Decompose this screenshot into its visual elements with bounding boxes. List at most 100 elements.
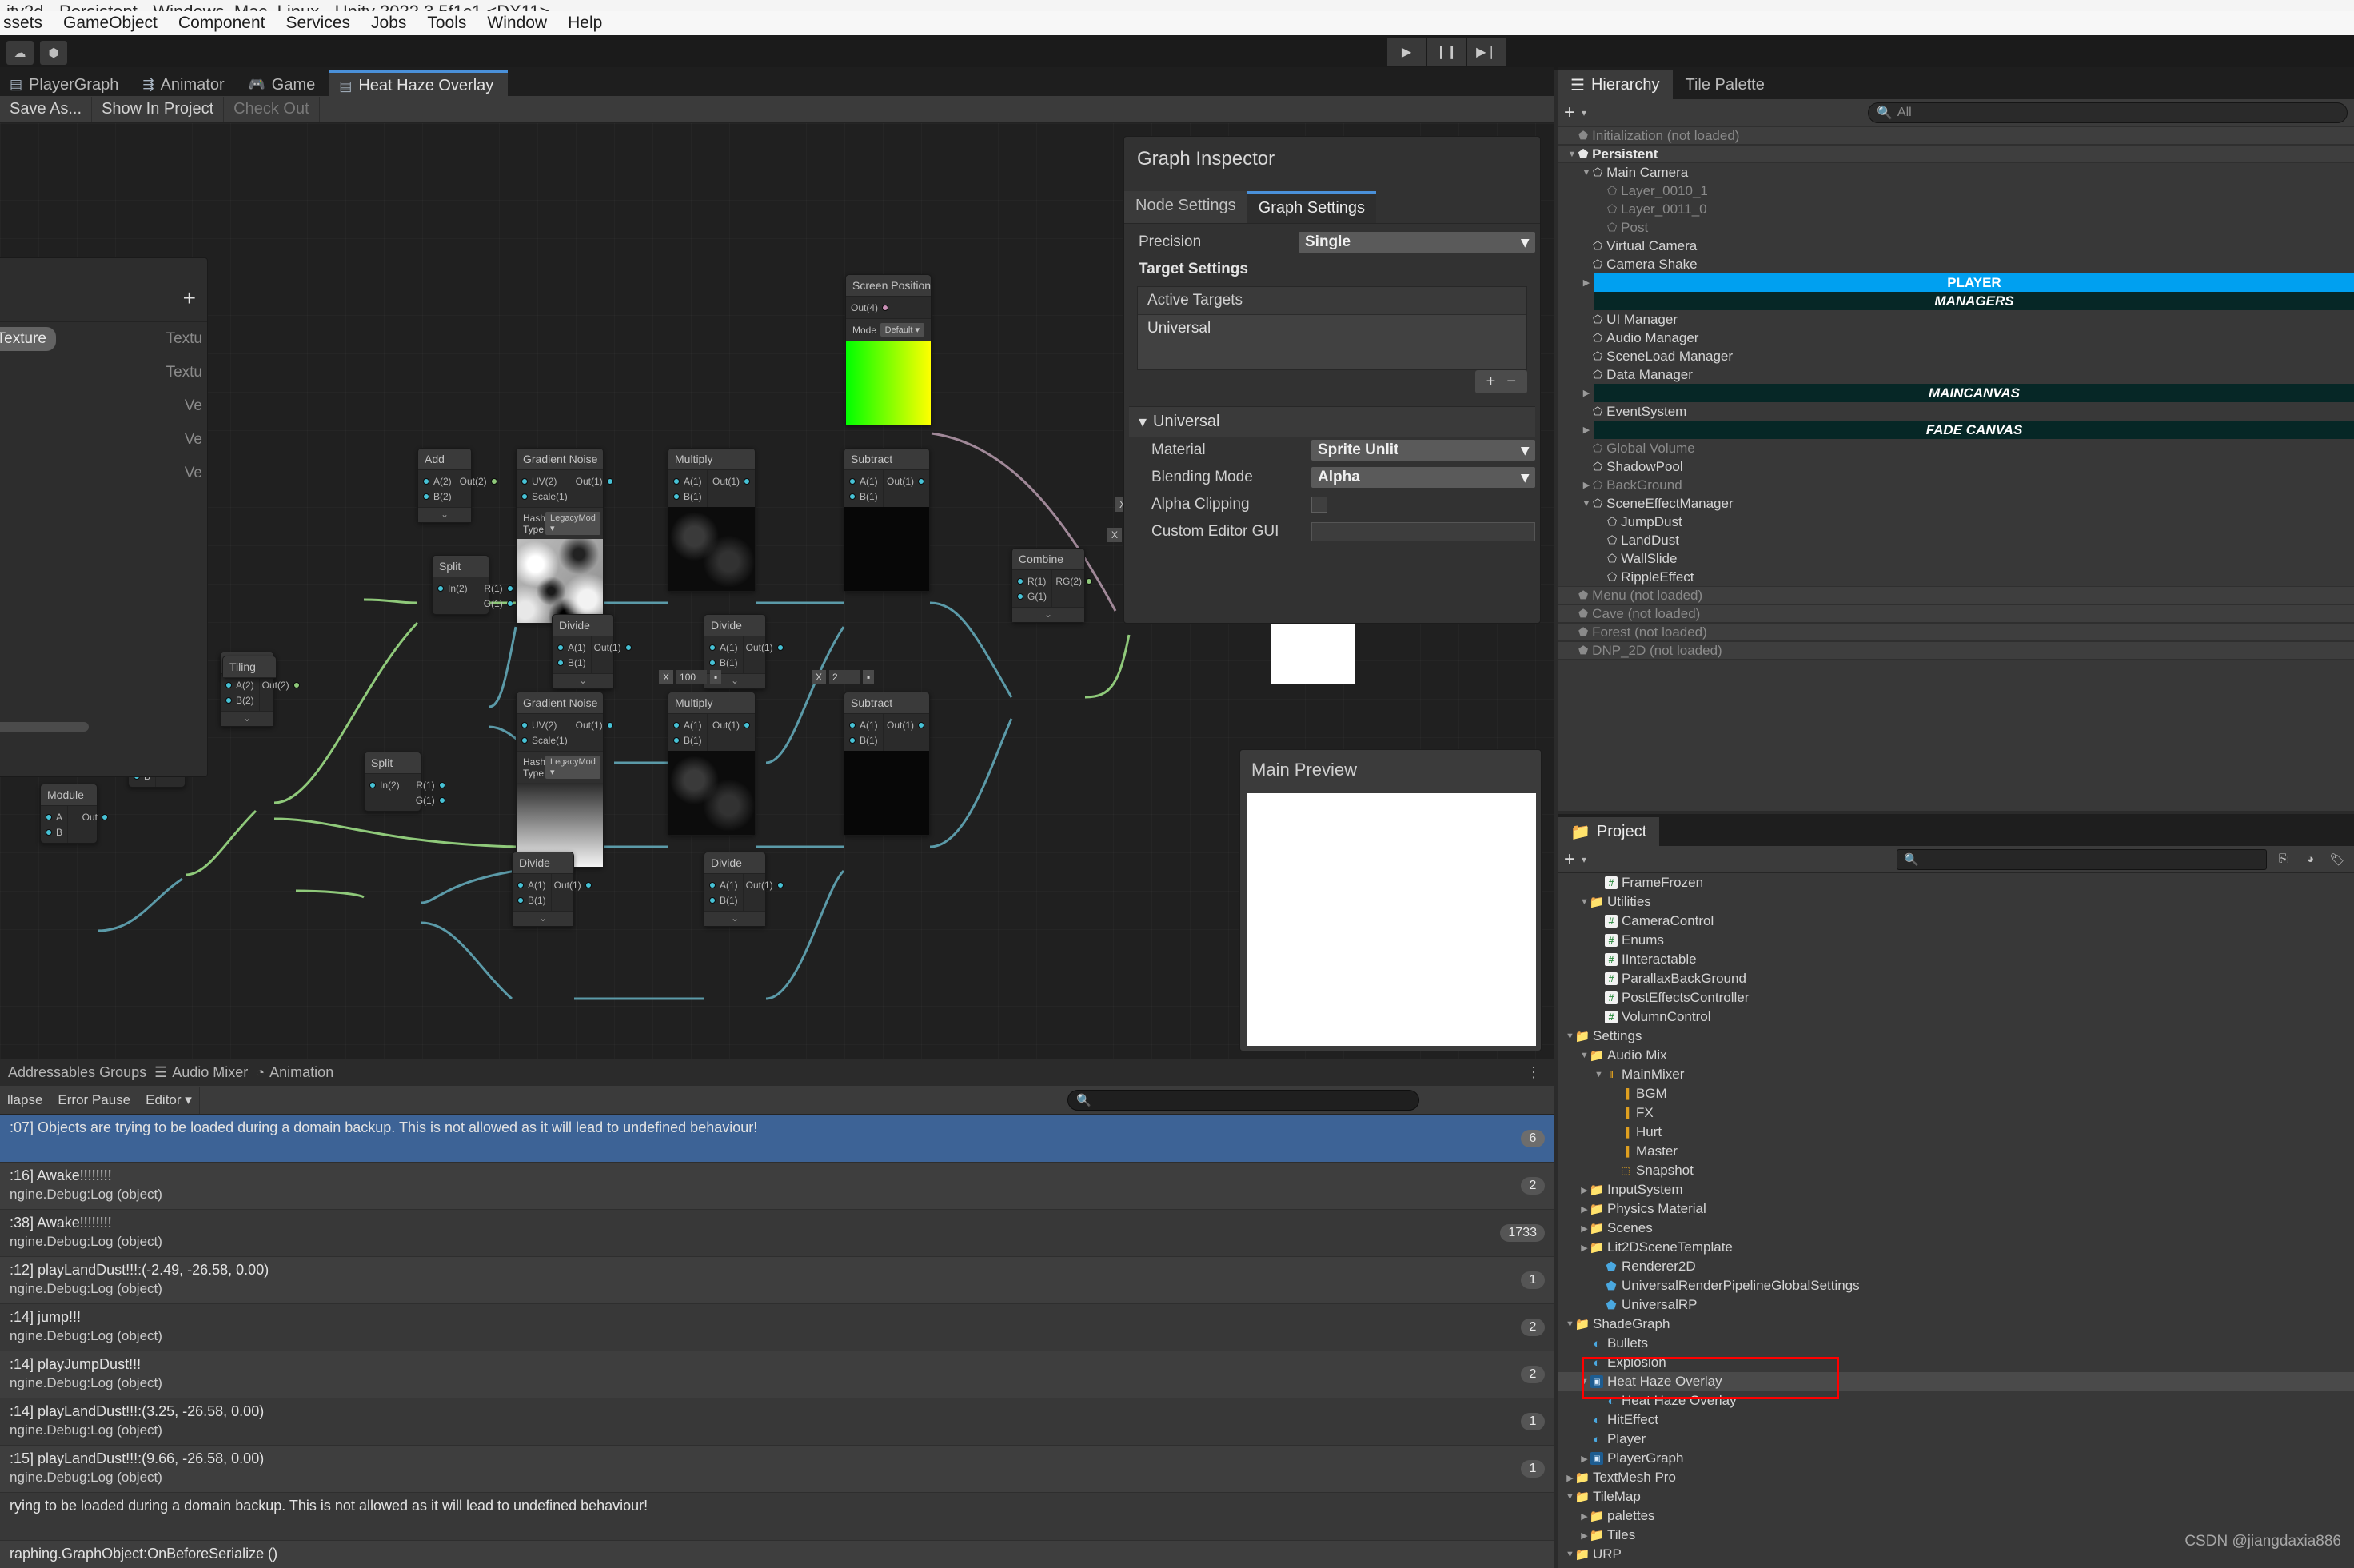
graph-node-property[interactable]: Hash Type LegacyMod ▾ <box>517 507 603 539</box>
project-item[interactable]: ▼ 📁 Utilities <box>1558 892 2354 912</box>
tab-hierarchy[interactable]: ☰ Hierarchy <box>1558 70 1673 99</box>
step-button[interactable]: ▶❘ <box>1467 38 1506 66</box>
console-button-error-pause[interactable]: Error Pause <box>50 1086 139 1114</box>
graph-node-expand-icon[interactable]: ⌄ <box>1012 607 1084 622</box>
hierarchy-item[interactable]: ⬠ Virtual Camera <box>1558 237 2354 255</box>
hierarchy-item[interactable]: ⬠ SceneLoad Manager <box>1558 347 2354 365</box>
graph-node-input-port[interactable]: A(1) <box>709 877 738 892</box>
project-item[interactable]: ⬟ Renderer2D <box>1558 1257 2354 1276</box>
graph-node-input-port[interactable]: A(1) <box>849 473 878 489</box>
blackboard-property-row[interactable]: e ScaleVe <box>0 423 207 457</box>
hierarchy-item[interactable]: ⬠ Layer_0010_1 <box>1558 182 2354 200</box>
graph-node-output-port[interactable]: Out(2) <box>262 677 300 692</box>
graph-node-expand-icon[interactable]: ⌄ <box>418 507 471 522</box>
blackboard-property-row[interactable]: ityVe <box>0 389 207 423</box>
graph-node-property-value[interactable]: Default ▾ <box>880 323 924 337</box>
graph-node-input-port[interactable]: A(1) <box>849 717 878 732</box>
graph-node[interactable]: Gradient Noise UV(2) Scale(1) Out(1) Hash Ty… <box>516 692 613 868</box>
graph-node-input-port[interactable]: A(1) <box>557 640 586 655</box>
graph-node-output-port[interactable]: G(1) <box>478 596 513 611</box>
graph-node[interactable]: Split In(2) R(1) G(1) <box>432 555 513 615</box>
chevron-down-icon[interactable]: ▼ <box>1580 499 1593 509</box>
project-tree[interactable]: # FrameFrozen ▼ 📁 Utilities # CameraControl # En… <box>1558 873 2354 1568</box>
graph-node-input-port[interactable]: A(1) <box>709 640 738 655</box>
graph-node-output-port[interactable]: Out(1) <box>887 717 924 732</box>
project-item[interactable]: ▼ 📁 ShadeGraph <box>1558 1315 2354 1334</box>
graph-node[interactable]: Divide A(1) B(1) Out(1) ⌄ <box>704 852 784 927</box>
play-button[interactable]: ▶ <box>1387 38 1426 66</box>
graph-node-output-port[interactable]: RG(2) <box>1055 573 1092 588</box>
graph-node-input-port[interactable]: UV(2) <box>521 717 568 732</box>
graph-node-input-port[interactable]: B(1) <box>709 892 738 908</box>
project-item[interactable]: ▼ 📁 TileMap <box>1558 1487 2354 1506</box>
graph-node-output-port[interactable]: Out(1) <box>746 640 784 655</box>
graph-node-input-port[interactable]: A(1) <box>673 473 702 489</box>
project-item[interactable]: ▶ 📁 TextMesh Pro <box>1558 1468 2354 1487</box>
console-log-entry[interactable]: :16] Awake!!!!!!!! ngine.Debug:Log (objec… <box>0 1163 1554 1210</box>
project-item[interactable]: ▼ ▣ Heat Haze Overlay <box>1558 1372 2354 1391</box>
hierarchy-item[interactable]: ⬠ RippleEffect <box>1558 568 2354 586</box>
console-log-entry[interactable]: :14] playLandDust!!!:(3.25, -26.58, 0.00… <box>0 1398 1554 1446</box>
filter-by-type-icon[interactable]: ◕ <box>2300 849 2321 870</box>
tab-node-settings[interactable]: Node Settings <box>1124 191 1247 223</box>
graph-node-property-value[interactable]: LegacyMod ▾ <box>545 756 600 779</box>
value-field-value[interactable]: 100 <box>676 670 708 684</box>
project-item[interactable]: ▐ Master <box>1558 1142 2354 1161</box>
graph-node-expand-icon[interactable]: ⌄ <box>704 911 765 926</box>
graph-node-output-port[interactable]: Out <box>73 809 109 824</box>
graph-node-input-port[interactable]: B(1) <box>849 732 878 748</box>
hierarchy-item[interactable]: ⬠ UI Manager <box>1558 310 2354 329</box>
hierarchy-item[interactable]: ⬠ ShadowPool <box>1558 457 2354 476</box>
graph-node[interactable]: Gradient Noise UV(2) Scale(1) Out(1) Hash Ty… <box>516 448 613 624</box>
tab-tile-palette[interactable]: Tile Palette <box>1673 70 1777 99</box>
console-log-list[interactable]: :07] Objects are trying to be loaded dur… <box>0 1115 1554 1568</box>
project-item[interactable]: ◐ Player <box>1558 1430 2354 1449</box>
graph-node-expand-icon[interactable]: ⌄ <box>513 911 573 926</box>
project-item[interactable]: # PostEffectsController <box>1558 988 2354 1007</box>
graph-node[interactable]: Split In(2) R(1) G(1) <box>364 752 445 812</box>
hierarchy-group-banner[interactable]: FADE CANVAS <box>1594 421 2354 439</box>
tab-project[interactable]: 📁 Project <box>1558 817 1660 846</box>
project-item[interactable]: ◐ Bullets <box>1558 1334 2354 1353</box>
project-add-button[interactable]: + <box>1564 848 1575 871</box>
graph-node-input-port[interactable]: B(1) <box>517 892 546 908</box>
chevron-down-icon[interactable]: ▾ <box>1582 107 1586 118</box>
material-dropdown[interactable]: Sprite Unlit ▾ <box>1311 440 1535 461</box>
graph-node-property[interactable]: Hash Type LegacyMod ▾ <box>517 751 603 783</box>
custom-editor-gui-input[interactable] <box>1311 522 1535 541</box>
project-item[interactable]: ▶ 📁 Lit2DSceneTemplate <box>1558 1238 2354 1257</box>
shadergraph-tab-playergraph[interactable]: ▤ PlayerGraph <box>0 70 133 99</box>
project-item[interactable]: ▼ ‖ MainMixer <box>1558 1065 2354 1084</box>
hierarchy-item[interactable]: ▶ MAINCANVAS <box>1558 384 2354 402</box>
console-tab-menu-icon[interactable]: ⋮ <box>1526 1064 1542 1081</box>
hierarchy-item[interactable]: ▼ ⬟ Persistent <box>1558 145 2354 163</box>
project-item[interactable]: ▐ BGM <box>1558 1084 2354 1103</box>
menu-item-ssets[interactable]: ssets <box>3 14 42 33</box>
hierarchy-item[interactable]: ⬠ EventSystem <box>1558 402 2354 421</box>
alpha-clipping-checkbox[interactable] <box>1311 497 1327 513</box>
console-log-entry[interactable]: raphing.GraphObject:OnBeforeSerialize () <box>0 1541 1554 1568</box>
project-item[interactable]: # ParallaxBackGround <box>1558 969 2354 988</box>
hierarchy-item[interactable]: ⬟ Initialization (not loaded) <box>1558 126 2354 145</box>
graph-value-field[interactable]: X 100 ▪ <box>659 670 722 684</box>
hierarchy-item[interactable]: ⬠ JumpDust <box>1558 513 2354 531</box>
chevron-right-icon[interactable]: ▶ <box>1580 277 1593 288</box>
menu-item-services[interactable]: Services <box>285 14 350 33</box>
chevron-right-icon[interactable]: ▶ <box>1580 388 1593 398</box>
hierarchy-item[interactable]: ▶ ⬠ BackGround <box>1558 476 2354 494</box>
console-log-entry[interactable]: :14] jump!!! ngine.Debug:Log (object) 2 <box>0 1304 1554 1351</box>
shadergraph-tab-heat-haze-overlay[interactable]: ▤ Heat Haze Overlay <box>329 70 509 99</box>
console-search-input[interactable]: 🔍 <box>1067 1090 1419 1111</box>
graph-node-input-port[interactable]: B(1) <box>673 489 702 504</box>
project-item[interactable]: ▐ FX <box>1558 1103 2354 1123</box>
graph-node-input-port[interactable]: B(2) <box>423 489 452 504</box>
hierarchy-tree[interactable]: ⬟ Initialization (not loaded) ▼ ⬟ Persistent… <box>1558 126 2354 660</box>
cloud-icon[interactable]: ☁ <box>6 41 34 65</box>
chevron-right-icon[interactable]: ▶ <box>1580 425 1593 435</box>
project-item[interactable]: ▶ 📁 palettes <box>1558 1506 2354 1526</box>
hierarchy-group-banner[interactable]: MAINCANVAS <box>1594 384 2354 402</box>
graph-node-expand-icon[interactable]: ⌄ <box>553 673 613 688</box>
graph-node[interactable]: Subtract A(1) B(1) Out(1) <box>844 448 930 592</box>
project-item[interactable]: # FrameFrozen <box>1558 873 2354 892</box>
project-item[interactable]: ◐ Explosion <box>1558 1353 2354 1372</box>
